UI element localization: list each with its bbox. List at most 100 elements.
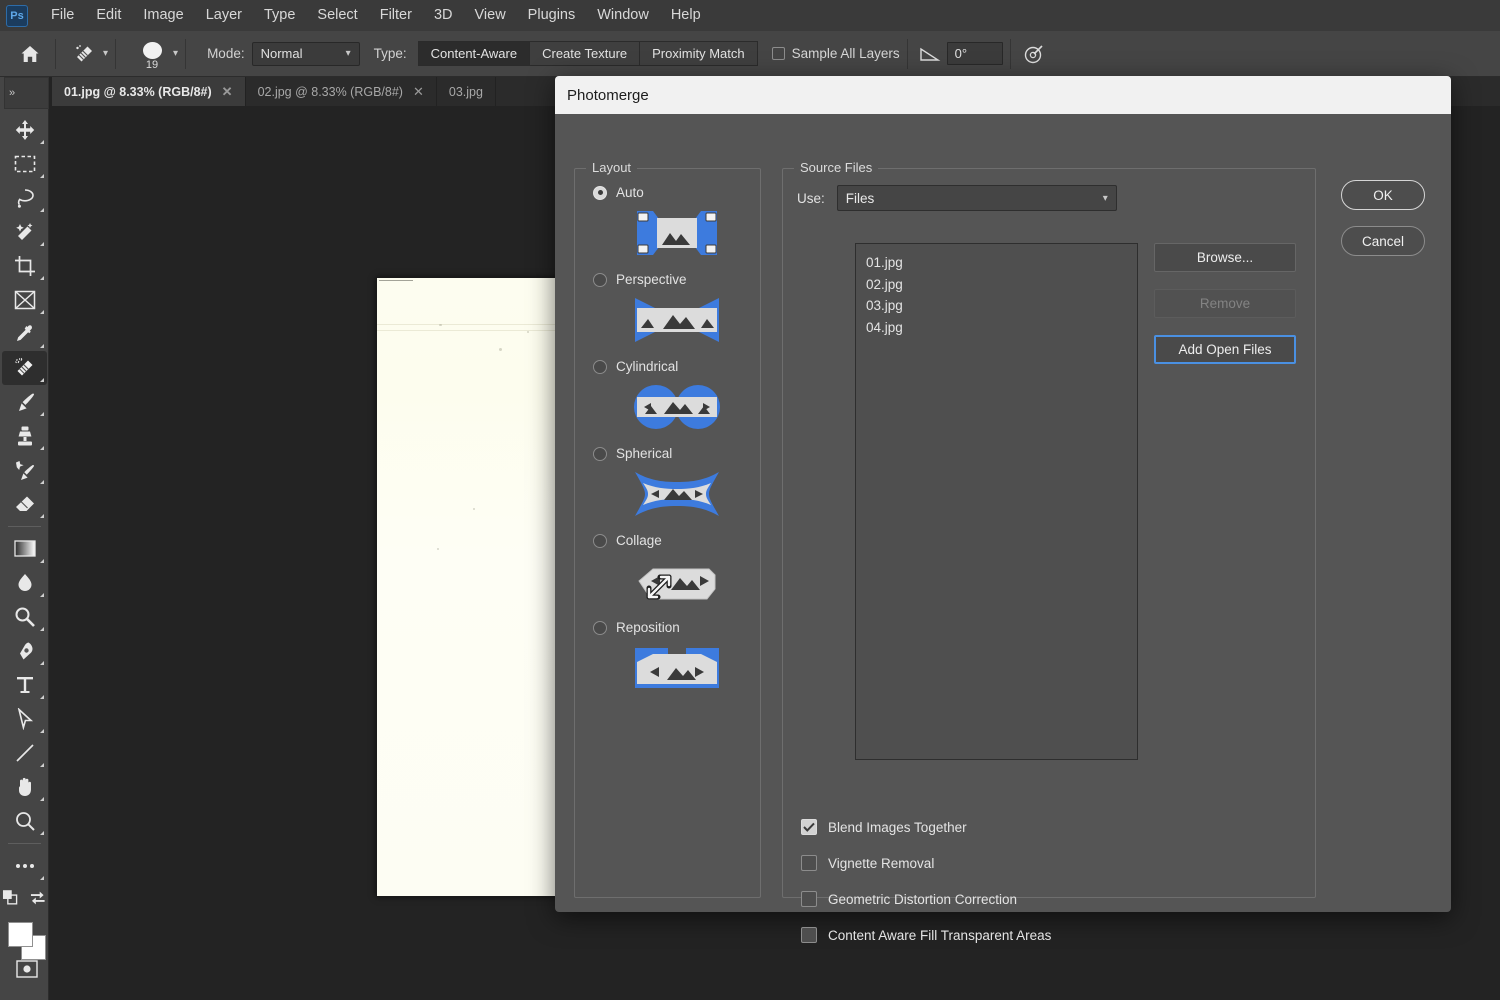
layout-option-auto[interactable]: Auto [593, 185, 760, 200]
layout-reposition-icon [593, 639, 760, 697]
crop-tool[interactable] [2, 249, 47, 283]
blend-images-together-checkbox[interactable]: Blend Images Together [801, 819, 967, 835]
menu-item-3d[interactable]: 3D [423, 0, 464, 31]
list-item[interactable]: 04.jpg [866, 317, 1127, 339]
layout-option-label: Spherical [616, 446, 673, 461]
radio-button [593, 359, 607, 374]
close-icon[interactable]: ✕ [413, 84, 424, 100]
lasso-tool[interactable] [2, 181, 47, 215]
menu-item-type[interactable]: Type [253, 0, 306, 31]
layout-option-perspective[interactable]: Perspective [593, 272, 760, 287]
close-icon[interactable]: ✕ [222, 84, 233, 100]
tab-label: 02.jpg @ 8.33% (RGB/8#) [257, 84, 403, 99]
vignette-removal-checkbox[interactable]: Vignette Removal [801, 855, 934, 871]
document-tab-02[interactable]: 02.jpg @ 8.33% (RGB/8#) ✕ [245, 77, 437, 106]
double-chevron-icon: » [9, 87, 16, 99]
layout-option-collage[interactable]: Collage [593, 533, 760, 548]
line-tool[interactable] [2, 736, 47, 770]
spot-healing-brush-icon [69, 44, 99, 64]
add-open-files-button[interactable]: Add Open Files [1154, 335, 1296, 364]
checkbox-box [771, 47, 785, 60]
menu-item-help[interactable]: Help [660, 0, 712, 31]
gradient-tool[interactable] [2, 532, 47, 566]
quick-mask-and-swap-row[interactable] [2, 883, 47, 913]
chevron-down-icon: ▾ [103, 48, 109, 59]
menu-item-file[interactable]: File [40, 0, 85, 31]
pen-tool[interactable] [2, 634, 47, 668]
menu-item-view[interactable]: View [464, 0, 517, 31]
brush-angle-input[interactable]: 0° [946, 42, 1003, 65]
eyedropper-tool[interactable] [2, 317, 47, 351]
layout-auto-icon [593, 204, 760, 262]
sample-all-layers-label: Sample All Layers [791, 46, 900, 61]
menu-item-edit[interactable]: Edit [85, 0, 132, 31]
menu-item-plugins[interactable]: Plugins [517, 0, 587, 31]
checkbox-box [801, 855, 817, 871]
document-tab-03[interactable]: 03.jpg [436, 77, 496, 106]
chevron-down-icon[interactable]: ▾ [173, 48, 178, 59]
zoom-tool[interactable] [2, 804, 47, 838]
dialog-title-bar: Photomerge [555, 76, 1451, 114]
history-brush-tool[interactable] [2, 453, 47, 487]
layout-option-label: Perspective [616, 272, 687, 287]
list-item[interactable]: 03.jpg [866, 295, 1127, 317]
blur-tool[interactable] [2, 566, 47, 600]
edit-toolbar-button[interactable] [2, 849, 47, 883]
menu-item-layer[interactable]: Layer [195, 0, 253, 31]
type-tool[interactable] [2, 668, 47, 702]
layout-cylindrical-icon [593, 378, 760, 436]
type-content-aware-button[interactable]: Content-Aware [417, 41, 531, 66]
type-create-texture-button[interactable]: Create Texture [530, 41, 641, 66]
home-button[interactable] [12, 45, 48, 63]
frame-tool[interactable] [2, 283, 47, 317]
object-selection-tool[interactable] [2, 215, 47, 249]
blend-mode-value: Normal [260, 46, 303, 61]
layout-option-cylindrical[interactable]: Cylindrical [593, 359, 760, 374]
dodge-tool[interactable] [2, 600, 47, 634]
checkbox-label: Geometric Distortion Correction [828, 891, 1018, 907]
divider [906, 38, 908, 69]
geometric-distortion-correction-checkbox[interactable]: Geometric Distortion Correction [801, 891, 1017, 907]
cancel-button[interactable]: Cancel [1341, 226, 1425, 256]
list-item[interactable]: 01.jpg [866, 252, 1127, 274]
ok-button[interactable]: OK [1341, 180, 1425, 210]
brush-preset-picker[interactable]: 19 [135, 41, 169, 71]
layout-perspective-icon [593, 291, 760, 349]
menu-item-filter[interactable]: Filter [369, 0, 423, 31]
menu-item-image[interactable]: Image [132, 0, 194, 31]
blend-mode-select[interactable]: Normal ▾ [251, 41, 360, 66]
content-aware-fill-transparent-areas-checkbox[interactable]: Content Aware Fill Transparent Areas [801, 927, 1051, 943]
browse-button[interactable]: Browse... [1154, 243, 1296, 272]
collapsed-panel-expand-button[interactable]: » [4, 77, 49, 109]
menu-item-select[interactable]: Select [306, 0, 368, 31]
layout-spherical-icon [593, 465, 760, 523]
layout-option-spherical[interactable]: Spherical [593, 446, 760, 461]
hand-tool[interactable] [2, 770, 47, 804]
type-proximity-match-button[interactable]: Proximity Match [640, 41, 758, 66]
use-label: Use: [797, 190, 825, 206]
foreground-color-swatch[interactable] [8, 922, 33, 947]
use-select[interactable]: Files ▾ [836, 185, 1117, 211]
pressure-for-size-toggle[interactable] [1022, 43, 1046, 65]
tab-label: 01.jpg @ 8.33% (RGB/8#) [64, 84, 212, 99]
layout-option-reposition[interactable]: Reposition [593, 620, 760, 635]
eraser-tool[interactable] [2, 487, 47, 521]
document-tab-01[interactable]: 01.jpg @ 8.33% (RGB/8#) ✕ [52, 77, 246, 106]
tool-preset-picker[interactable]: ▾ [69, 44, 108, 64]
move-tool[interactable] [2, 113, 47, 147]
brush-tool[interactable] [2, 385, 47, 419]
list-item[interactable]: 02.jpg [866, 274, 1127, 296]
sample-all-layers-checkbox[interactable]: Sample All Layers [771, 46, 900, 61]
source-files-list[interactable]: 01.jpg 02.jpg 03.jpg 04.jpg [855, 243, 1138, 760]
healing-type-group: Content-Aware Create Texture Proximity M… [417, 41, 758, 66]
brush-size-value: 19 [145, 58, 159, 71]
rectangular-marquee-tool[interactable] [2, 147, 47, 181]
clone-stamp-tool[interactable] [2, 419, 47, 453]
path-selection-tool[interactable] [2, 702, 47, 736]
checkbox-box [801, 819, 817, 835]
divider [1009, 38, 1011, 69]
menu-item-window[interactable]: Window [586, 0, 660, 31]
dialog-title: Photomerge [567, 86, 649, 104]
divider [8, 526, 41, 527]
spot-healing-brush-tool[interactable] [2, 351, 47, 385]
